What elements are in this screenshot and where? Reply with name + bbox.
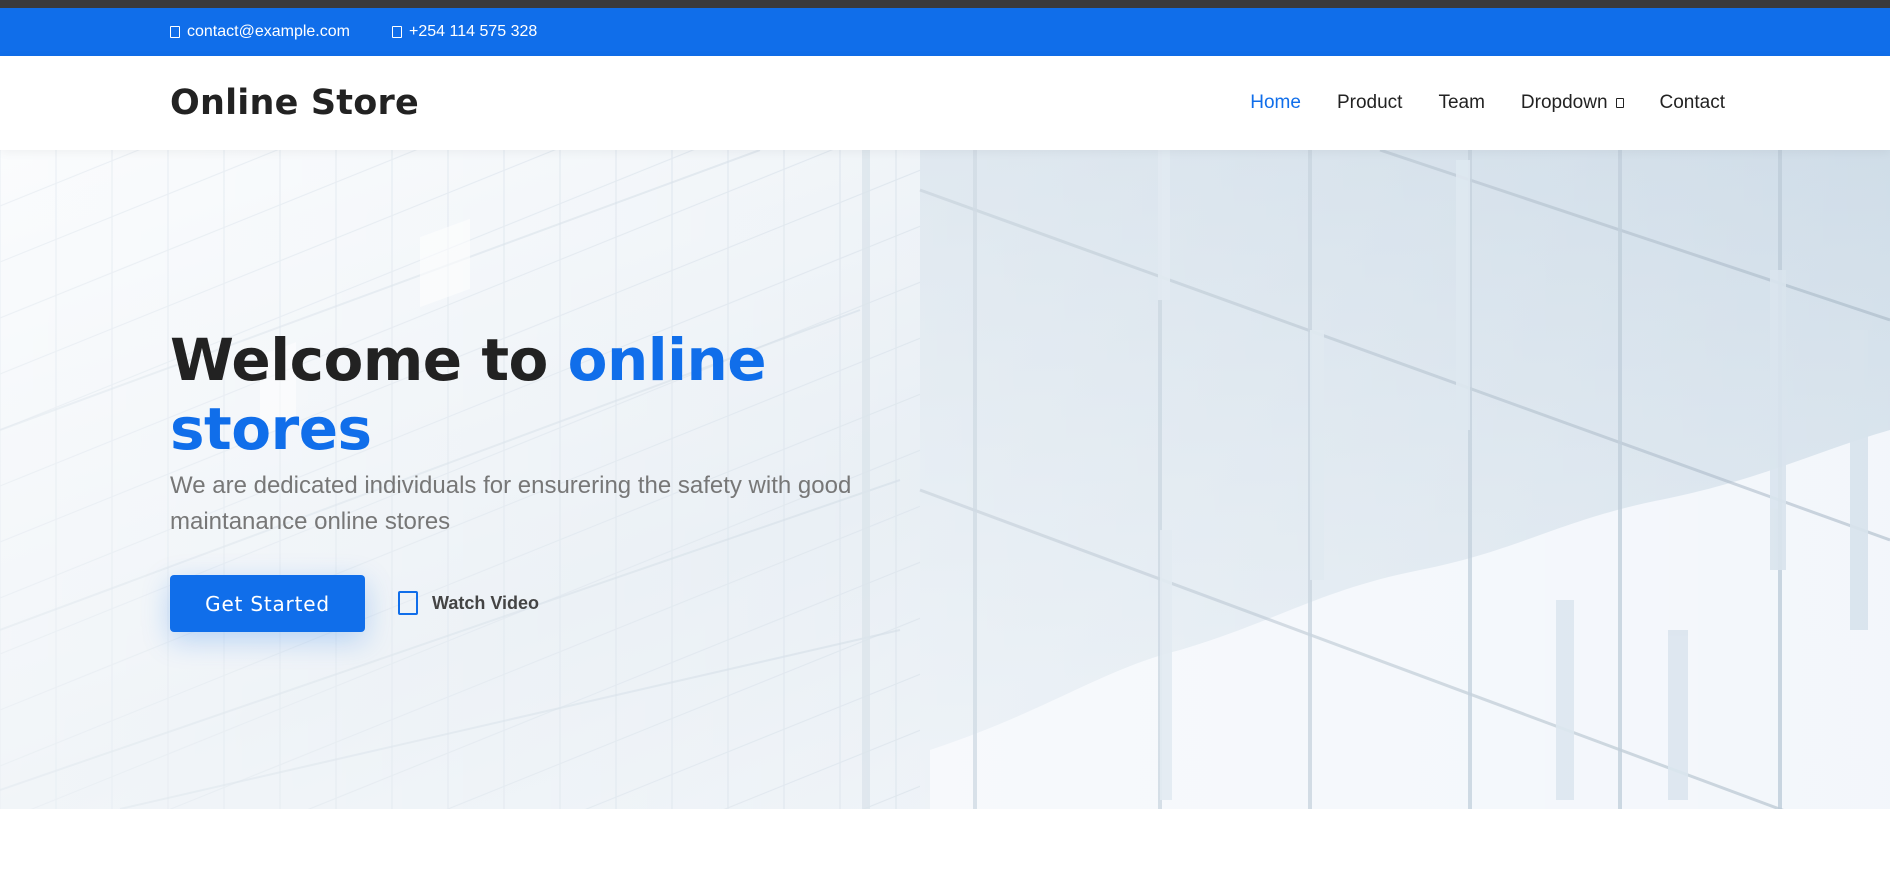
phone-icon	[392, 26, 402, 38]
page: contact@example.com +254 114 575 328 Onl…	[0, 0, 1890, 883]
envelope-icon	[170, 26, 180, 38]
nav-item-product[interactable]: Product	[1337, 92, 1402, 114]
topbar-email[interactable]: contact@example.com	[170, 8, 350, 56]
hero-subtitle: We are dedicated individuals for ensurer…	[170, 472, 852, 535]
main-nav: Home Product Team Dropdown Contact	[1250, 56, 1725, 150]
top-contact-bar: contact@example.com +254 114 575 328	[0, 8, 1890, 56]
browser-top-strip	[0, 0, 1890, 8]
nav-item-label: Product	[1336, 92, 1403, 113]
nav-item-home[interactable]: Home	[1250, 92, 1301, 114]
nav-item-label: Contact	[1659, 92, 1725, 113]
nav-item-label: Team	[1438, 92, 1485, 113]
hero-title: Welcome to online stores	[170, 326, 890, 464]
hero-section: Welcome to online stores We are dedicate…	[0, 150, 1890, 809]
nav-item-label: Home	[1250, 92, 1301, 113]
site-header: Online Store Home Product Team Dropdown …	[0, 56, 1890, 150]
topbar-phone[interactable]: +254 114 575 328	[392, 8, 537, 56]
chevron-down-icon	[1615, 98, 1624, 108]
watch-video-label: Watch Video	[432, 592, 540, 613]
hero-title-prefix: Welcome to	[170, 326, 568, 394]
nav-item-contact[interactable]: Contact	[1660, 92, 1725, 114]
nav-item-dropdown[interactable]: Dropdown	[1521, 92, 1624, 114]
topbar-email-text: contact@example.com	[187, 23, 350, 40]
nav-item-label: Dropdown	[1520, 92, 1608, 113]
get-started-button[interactable]: Get Started	[170, 575, 365, 632]
nav-item-team[interactable]: Team	[1438, 92, 1484, 114]
topbar-phone-text: +254 114 575 328	[409, 23, 538, 40]
site-logo[interactable]: Online Store	[170, 82, 419, 124]
watch-video-link[interactable]: Watch Video	[398, 581, 539, 625]
play-icon	[398, 591, 418, 615]
